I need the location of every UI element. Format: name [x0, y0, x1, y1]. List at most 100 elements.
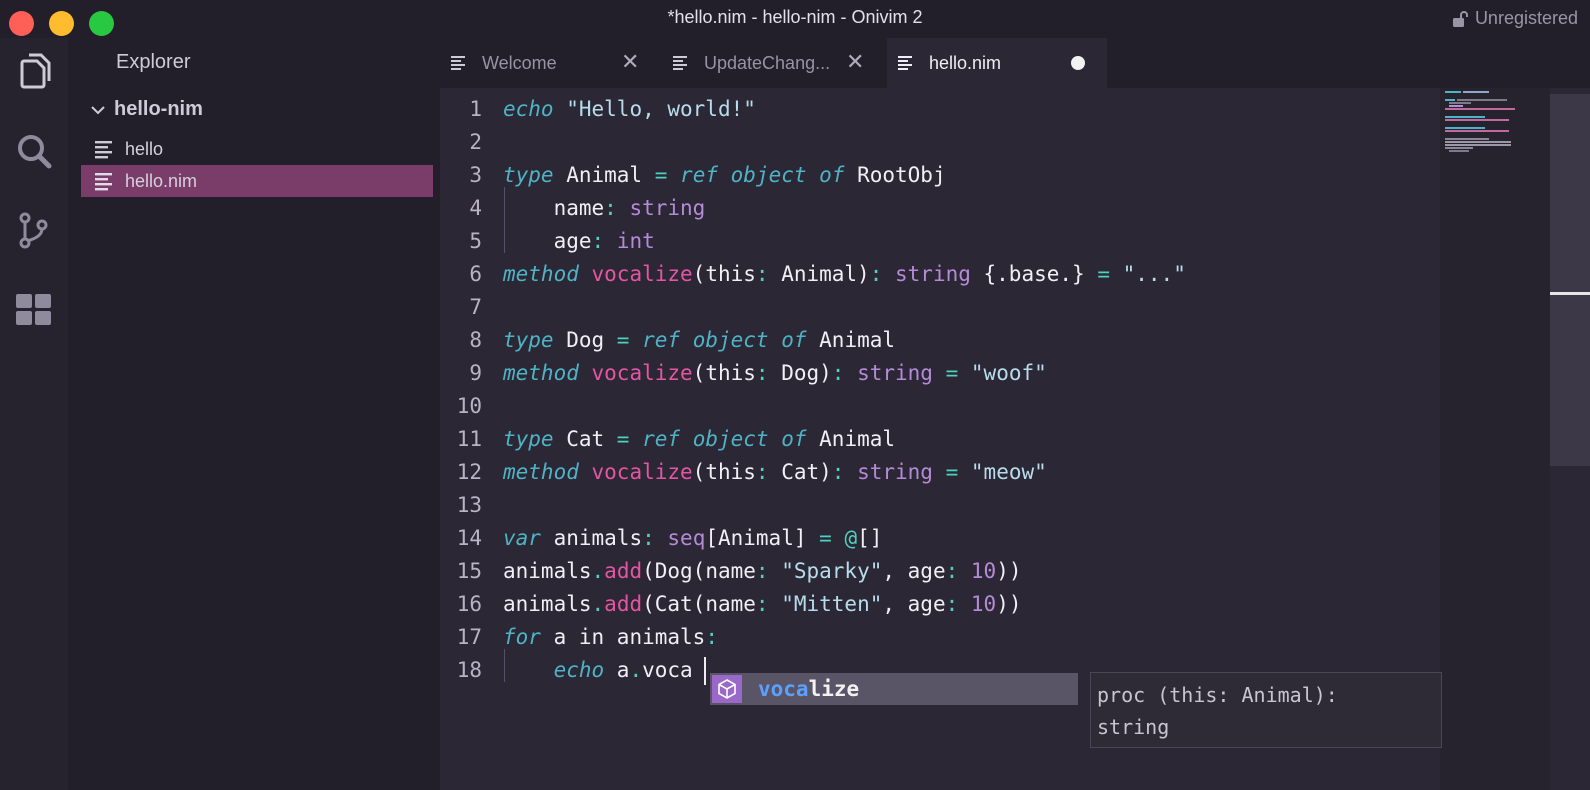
source-control-icon[interactable] [14, 210, 54, 250]
code-token: Cat [553, 427, 617, 451]
line-number: 3 [469, 163, 482, 187]
line-code: name: string [503, 192, 706, 225]
tab-welcome[interactable]: Welcome ✕ [440, 38, 662, 88]
chevron-down-icon [91, 105, 105, 114]
file-text-icon [95, 141, 112, 159]
code-token: animals [503, 559, 592, 583]
file-hello[interactable]: hello [81, 133, 433, 165]
completion-item-vocalize[interactable]: voca lize [710, 673, 1078, 705]
line-number: 12 [456, 460, 482, 484]
line-number: 14 [456, 526, 482, 550]
code-token: "woof" [970, 361, 1047, 385]
code-token: (Dog(name [642, 559, 756, 583]
completion-detail-line: string [1097, 715, 1170, 739]
unsaved-dot-icon[interactable] [1071, 56, 1085, 70]
code-token: = [819, 526, 832, 550]
minimap-preview [1445, 91, 1515, 152]
code-token: ref [680, 163, 718, 187]
code-token: . [591, 559, 605, 583]
tab-updatechangelog[interactable]: UpdateChang... ✕ [662, 38, 887, 88]
line-code: animals.add(Cat(name: "Mitten", age: 10)… [503, 588, 1022, 621]
files-icon[interactable] [14, 52, 54, 92]
tab-label: Welcome [482, 52, 557, 73]
license-status-label: Unregistered [1474, 8, 1578, 28]
code-token: add [604, 592, 643, 616]
code-token: , age [882, 592, 946, 616]
code-token: object [692, 427, 769, 451]
title-bar: *hello.nim - hello-nim - Onivim 2 Unregi… [0, 0, 1590, 38]
method-cube-icon [712, 675, 742, 703]
line-code: for a in animals: [503, 621, 718, 654]
line-number: 15 [456, 559, 482, 583]
code-token: : [755, 559, 769, 583]
code-token: string [857, 361, 933, 385]
completion-match-text: voca [758, 677, 809, 701]
code-token: , age [882, 559, 946, 583]
code-token: "meow" [970, 460, 1047, 484]
file-label: hello.nim [125, 170, 198, 191]
code-token: (Cat(name [642, 592, 756, 616]
folder-hello-nim[interactable]: hello-nim [90, 98, 203, 121]
code-token: Animal [806, 427, 896, 451]
code-token: voca [642, 658, 693, 682]
code-token: "Mitten" [781, 592, 883, 616]
line-number: 10 [456, 394, 482, 418]
code-token: type [503, 328, 554, 352]
code-token: : [591, 229, 605, 253]
file-text-icon [898, 56, 912, 70]
code-token: vocalize [591, 361, 693, 385]
file-text-icon [673, 56, 687, 70]
code-token: method [503, 460, 579, 484]
scrollbar-thumb[interactable] [1550, 94, 1590, 466]
code-token: Animal) [768, 262, 870, 286]
code-token: [Animal] [705, 526, 820, 550]
line-number: 9 [469, 361, 482, 385]
unlock-icon [1452, 10, 1468, 27]
code-token: . [629, 658, 643, 682]
line-code: echo "Hello, world!" [503, 93, 756, 126]
code-token: vocalize [591, 460, 693, 484]
code-token: : [755, 460, 769, 484]
text-cursor [704, 657, 706, 685]
code-token: )) [996, 559, 1022, 583]
completion-detail: proc (this: Animal): string [1090, 672, 1442, 748]
line-code: age: int [503, 225, 655, 258]
file-text-icon [95, 173, 112, 191]
line-number: 6 [469, 262, 482, 286]
code-token: of [781, 328, 807, 352]
line-number: 8 [469, 328, 482, 352]
close-tab-button[interactable]: ✕ [621, 49, 639, 75]
code-token: Animal [806, 328, 896, 352]
code-token: string [895, 262, 971, 286]
line-code: method vocalize(this: Animal): string {.… [503, 258, 1186, 291]
search-icon[interactable] [14, 131, 54, 171]
line-code: type Dog = ref object of Animal [503, 324, 895, 357]
code-token: = [945, 460, 959, 484]
file-hello-nim[interactable]: hello.nim [81, 165, 433, 197]
code-token: 10 [970, 559, 997, 583]
code-token: vocalize [591, 262, 693, 286]
minimap[interactable] [1440, 88, 1550, 790]
folder-label: hello-nim [114, 98, 203, 120]
line-number: 4 [469, 196, 482, 220]
window-title: *hello.nim - hello-nim - Onivim 2 [667, 7, 923, 27]
license-status[interactable]: Unregistered [1451, 8, 1578, 29]
code-token: "Hello, world!" [566, 97, 756, 121]
extensions-icon[interactable] [14, 290, 54, 330]
close-tab-button[interactable]: ✕ [846, 49, 864, 75]
tab-hello-nim[interactable]: hello.nim [887, 38, 1107, 88]
